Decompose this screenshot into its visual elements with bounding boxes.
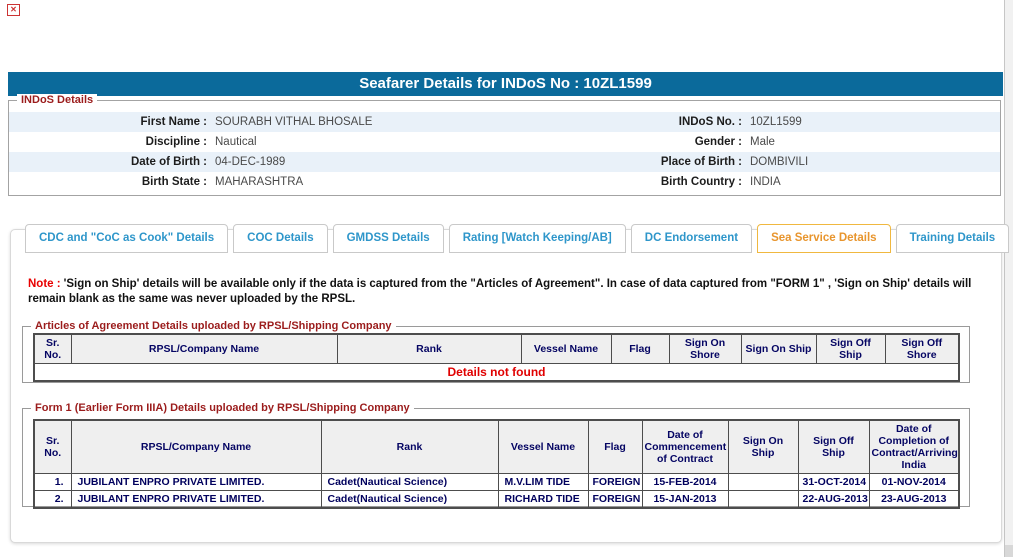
table-row: 1. JUBILANT ENPRO PRIVATE LIMITED. Cadet… (33, 473, 960, 492)
cell-completion-date: 01-NOV-2014 (868, 473, 960, 492)
indos-details-grid: First Name : SOURABH VITHAL BHOSALE INDo… (9, 101, 1000, 192)
indos-row: Discipline : Nautical Gender : Male (9, 132, 1000, 152)
cell-flag: FOREIGN (587, 473, 643, 492)
col-header: Vessel Name (497, 419, 589, 475)
table-row: 2. JUBILANT ENPRO PRIVATE LIMITED. Cadet… (33, 490, 960, 509)
col-header: Rank (336, 333, 522, 365)
form1-details-table: Sr. No. RPSL/Company Name Rank Vessel Na… (33, 419, 960, 510)
col-header: Flag (587, 419, 643, 475)
col-header: RPSL/Company Name (70, 419, 322, 475)
col-header: Sign Off Ship (815, 333, 886, 365)
cell-commencement-date: 15-JAN-2013 (641, 490, 729, 509)
cell-commencement-date: 15-FEB-2014 (641, 473, 729, 492)
col-header: Vessel Name (520, 333, 612, 365)
note-prefix: Note : (28, 278, 61, 290)
field-label: Birth State : (141, 176, 207, 188)
field-value: SOURABH VITHAL BHOSALE (215, 116, 373, 128)
cell-rank: Cadet(Nautical Science) (320, 473, 499, 492)
scrollbar-corner (1004, 545, 1013, 557)
vertical-scrollbar[interactable] (1004, 0, 1013, 557)
form1-details-fieldset: Form 1 (Earlier Form IIIA) Details uploa… (22, 402, 970, 510)
field-value: 10ZL1599 (750, 116, 802, 128)
cell-sign-off-ship: 22-AUG-2013 (797, 490, 870, 509)
tab-cdc-coc-as-cook-details[interactable]: CDC and "CoC as Cook" Details (25, 224, 229, 253)
col-header: Date of Completion of Contract/Arriving … (868, 419, 960, 475)
table-header-row: Sr. No. RPSL/Company Name Rank Vessel Na… (33, 419, 960, 475)
col-header: RPSL/Company Name (70, 333, 338, 365)
cell-sr-no: 1. (33, 473, 72, 492)
col-header: Rank (320, 419, 499, 475)
tab-training-details[interactable]: Training Details (895, 224, 1010, 253)
field-value: INDIA (750, 176, 781, 188)
tab-gmdss-details[interactable]: GMDSS Details (332, 224, 444, 253)
indos-details-legend: INDoS Details (17, 94, 98, 106)
cell-sign-off-ship: 31-OCT-2014 (797, 473, 870, 492)
tab-sea-service-details[interactable]: Sea Service Details (757, 224, 891, 253)
col-header: Sign On Ship (740, 333, 817, 365)
cell-company: JUBILANT ENPRO PRIVATE LIMITED. (70, 473, 322, 492)
cell-sr-no: 2. (33, 490, 72, 509)
tab-dc-endorsement[interactable]: DC Endorsement (630, 224, 753, 253)
cell-company: JUBILANT ENPRO PRIVATE LIMITED. (70, 490, 322, 509)
field-value: Nautical (215, 136, 257, 148)
col-header: Sign On Shore (668, 333, 742, 365)
col-header: Sign On Ship (727, 419, 799, 475)
broken-image-icon: ✕ (7, 4, 20, 16)
col-header: Sr. No. (33, 333, 72, 365)
tab-strip: CDC and "CoC as Cook" Details COC Detail… (25, 224, 1010, 253)
field-value: MAHARASHTRA (215, 176, 304, 188)
articles-of-agreement-legend: Articles of Agreement Details uploaded b… (31, 320, 396, 332)
field-value: Male (750, 136, 775, 148)
empty-result-message: Details not found (33, 363, 960, 382)
table-header-row: Sr. No. RPSL/Company Name Rank Vessel Na… (33, 333, 960, 365)
table-row: Details not found (33, 363, 960, 382)
note-text: 'Sign on Ship' details will be available… (28, 278, 972, 305)
field-label: Discipline : (145, 136, 207, 148)
tab-rating-watch-keeping-ab[interactable]: Rating [Watch Keeping/AB] (448, 224, 626, 253)
col-header: Sr. No. (33, 419, 72, 475)
cell-vessel: RICHARD TIDE (497, 490, 589, 509)
field-label: Gender : (694, 136, 742, 148)
cell-completion-date: 23-AUG-2013 (868, 490, 960, 509)
field-label: Place of Birth : (660, 156, 742, 168)
cell-sign-on-ship (727, 473, 799, 492)
indos-row: Date of Birth : 04-DEC-1989 Place of Bir… (9, 152, 1000, 172)
tab-coc-details[interactable]: COC Details (233, 224, 328, 253)
page-title: Seafarer Details for INDoS No : 10ZL1599 (8, 72, 1003, 96)
col-header: Sign Off Shore (884, 333, 960, 365)
field-label: Date of Birth : (130, 156, 207, 168)
field-value: 04-DEC-1989 (215, 156, 286, 168)
field-label: INDoS No. : (678, 116, 742, 128)
field-label: First Name : (140, 116, 207, 128)
articles-of-agreement-fieldset: Articles of Agreement Details uploaded b… (22, 320, 970, 383)
cell-rank: Cadet(Nautical Science) (320, 490, 499, 509)
cell-flag: FOREIGN (587, 490, 643, 509)
col-header: Date of Commencement of Contract (641, 419, 729, 475)
indos-row: First Name : SOURABH VITHAL BHOSALE INDo… (9, 112, 1000, 132)
col-header: Sign Off Ship (797, 419, 870, 475)
cell-vessel: M.V.LIM TIDE (497, 473, 589, 492)
articles-of-agreement-table: Sr. No. RPSL/Company Name Rank Vessel Na… (33, 333, 960, 383)
field-value: DOMBIVILI (750, 156, 809, 168)
indos-row: Birth State : MAHARASHTRA Birth Country … (9, 172, 1000, 192)
col-header: Flag (610, 333, 670, 365)
form1-details-legend: Form 1 (Earlier Form IIIA) Details uploa… (31, 402, 414, 414)
cell-sign-on-ship (727, 490, 799, 509)
sign-on-ship-note: Note : 'Sign on Ship' details will be ava… (28, 277, 980, 307)
indos-details-fieldset: INDoS Details First Name : SOURABH VITHA… (8, 94, 1001, 196)
field-label: Birth Country : (660, 176, 742, 188)
